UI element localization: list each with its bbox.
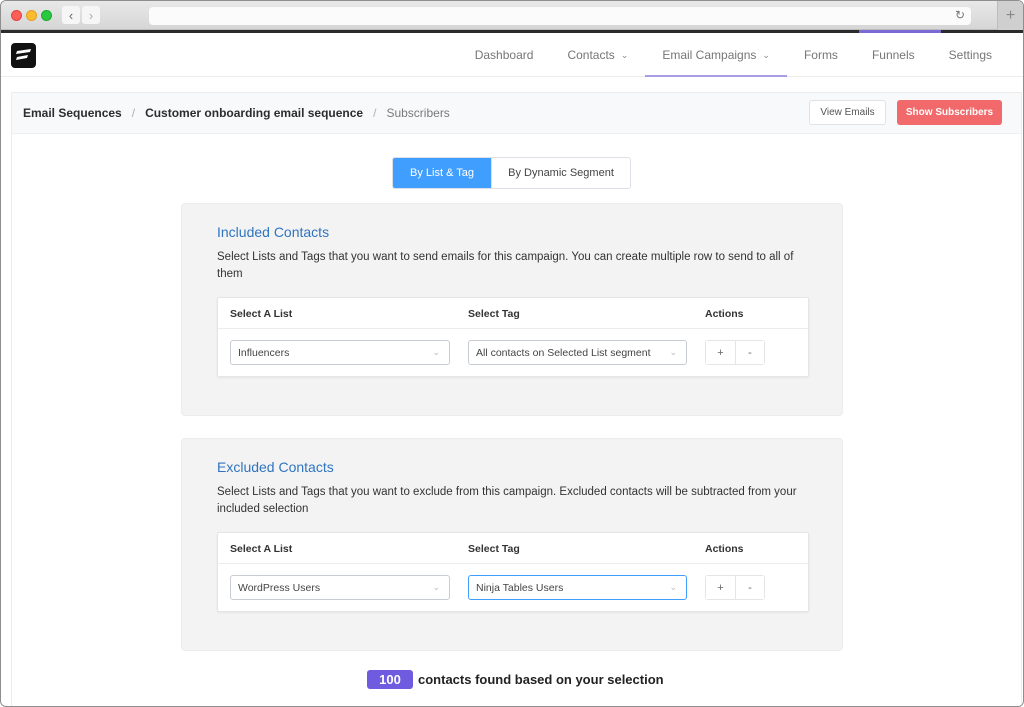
chevron-down-icon: ⌄ <box>669 582 677 592</box>
selection-mode-toggle: By List & Tag By Dynamic Segment <box>392 157 631 189</box>
contacts-summary: 100 contacts found based on your selecti… <box>367 670 664 689</box>
included-table: Select A List Select Tag Actions Influen… <box>217 297 809 377</box>
column-header: Select A List <box>230 308 293 320</box>
breadcrumb-sequence[interactable]: Customer onboarding email sequence <box>145 106 363 120</box>
top-navigation: Dashboard Contacts ⌄ Email Campaigns ⌄ For… <box>1 33 1023 77</box>
select-value: All contacts on Selected List segment <box>476 346 651 359</box>
minimize-window-button[interactable] <box>26 10 37 21</box>
add-row-button[interactable]: + <box>706 576 735 599</box>
select-value: Influencers <box>238 346 290 359</box>
main-menu: Dashboard Contacts ⌄ Email Campaigns ⌄ For… <box>458 33 1009 77</box>
excluded-list-select[interactable]: WordPress Users ⌄ <box>230 575 450 600</box>
breadcrumb-separator: / <box>131 106 136 120</box>
nav-label: Forms <box>803 48 838 62</box>
excluded-contacts-card: Excluded Contacts Select Lists and Tags … <box>181 438 843 651</box>
excluded-title: Excluded Contacts <box>217 459 334 475</box>
breadcrumb-separator: / <box>373 106 377 120</box>
nav-forms[interactable]: Forms <box>787 33 855 77</box>
column-header: Select Tag <box>468 308 520 320</box>
remove-row-button[interactable]: - <box>735 576 764 599</box>
subscribers-panel: Email Sequences / Customer onboarding em… <box>11 92 1022 706</box>
nav-label: Dashboard <box>474 48 534 62</box>
summary-text: contacts found based on your selection <box>418 672 664 687</box>
select-value: WordPress Users <box>238 581 321 594</box>
nav-label: Settings <box>948 48 992 62</box>
included-title: Included Contacts <box>217 224 330 240</box>
excluded-description: Select Lists and Tags that you want to e… <box>217 486 797 515</box>
row-actions: + - <box>705 340 765 365</box>
table-header: Select A List Select Tag Actions <box>218 298 808 329</box>
maximize-window-button[interactable] <box>41 10 52 21</box>
show-subscribers-button[interactable]: Show Subscribers <box>897 100 1002 125</box>
remove-row-button[interactable]: - <box>735 341 764 364</box>
nav-settings[interactable]: Settings <box>932 33 1009 77</box>
chevron-down-icon: ⌄ <box>432 347 440 357</box>
included-description: Select Lists and Tags that you want to s… <box>217 251 794 280</box>
excluded-table: Select A List Select Tag Actions WordPre… <box>217 532 809 612</box>
new-tab-icon[interactable]: + <box>997 1 1023 30</box>
column-header: Select Tag <box>468 543 520 555</box>
select-value: Ninja Tables Users <box>476 581 564 594</box>
view-emails-button[interactable]: View Emails <box>809 100 886 125</box>
chevron-down-icon: ⌄ <box>432 582 440 592</box>
reload-icon[interactable]: ↻ <box>955 8 965 22</box>
nav-email-campaigns[interactable]: Email Campaigns ⌄ <box>645 33 787 77</box>
excluded-tag-select[interactable]: Ninja Tables Users ⌄ <box>468 575 687 600</box>
nav-dashboard[interactable]: Dashboard <box>458 33 551 77</box>
included-tag-select[interactable]: All contacts on Selected List segment ⌄ <box>468 340 687 365</box>
chevron-down-icon: ⌄ <box>620 49 629 60</box>
add-row-button[interactable]: + <box>706 341 735 364</box>
nav-contacts[interactable]: Contacts ⌄ <box>550 33 645 77</box>
tab-by-dynamic-segment[interactable]: By Dynamic Segment <box>491 158 630 188</box>
table-header: Select A List Select Tag Actions <box>218 533 808 564</box>
forward-icon[interactable]: › <box>82 6 100 24</box>
browser-window: ‹ › ↻ + Dashboard Contacts ⌄ Email Campai… <box>0 0 1024 707</box>
breadcrumb-current: Subscribers <box>386 106 450 120</box>
breadcrumb-email-sequences[interactable]: Email Sequences <box>23 106 122 120</box>
panel-header: Email Sequences / Customer onboarding em… <box>12 93 1021 134</box>
included-contacts-card: Included Contacts Select Lists and Tags … <box>181 203 843 416</box>
browser-toolbar: ‹ › ↻ + <box>1 1 1023 30</box>
close-window-button[interactable] <box>11 10 22 21</box>
nav-label: Contacts <box>567 48 615 62</box>
fluentcrm-logo-icon[interactable] <box>11 43 36 68</box>
row-actions: + - <box>705 575 765 600</box>
chevron-down-icon: ⌄ <box>669 347 677 357</box>
nav-funnels[interactable]: Funnels <box>855 33 932 77</box>
nav-label: Funnels <box>871 48 915 62</box>
tab-by-list-tag[interactable]: By List & Tag <box>393 158 491 188</box>
chevron-down-icon: ⌄ <box>762 49 770 60</box>
column-header: Select A List <box>230 543 293 555</box>
included-list-select[interactable]: Influencers ⌄ <box>230 340 450 365</box>
contact-count-badge: 100 <box>367 670 413 689</box>
back-icon[interactable]: ‹ <box>62 6 80 24</box>
column-header: Actions <box>705 543 744 555</box>
column-header: Actions <box>705 308 744 320</box>
address-bar[interactable]: ↻ <box>149 7 971 25</box>
nav-label: Email Campaigns <box>662 48 757 62</box>
